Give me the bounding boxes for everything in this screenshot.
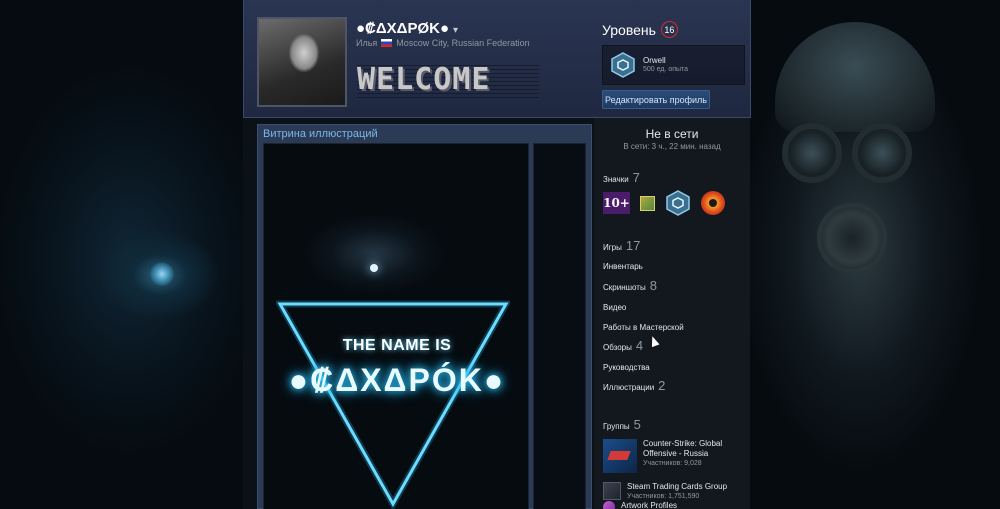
level-badge[interactable]: 16 (660, 21, 678, 38)
mask-lens-left (782, 123, 842, 183)
avatar[interactable] (257, 17, 347, 107)
group-text: Counter-Strike: Global Offensive - Russi… (643, 439, 745, 473)
sidebar-item-label: Игры (603, 243, 622, 252)
location: Moscow City, Russian Federation (396, 38, 530, 48)
sidebar-item-inventory[interactable]: Инвентарь (603, 262, 643, 271)
edit-profile-button[interactable]: Редактировать профиль (602, 90, 710, 109)
background-lamp (150, 262, 174, 286)
artwork-profiles-group-icon (603, 501, 615, 509)
group-item[interactable]: Steam Trading Cards Group Участников: 1,… (603, 482, 747, 502)
neon-triangle-icon (276, 300, 510, 509)
group-item[interactable]: Artwork Profiles (603, 501, 741, 509)
sidebar-item-label: Работы в Мастерской (603, 323, 684, 332)
profile-name-text: ●₡ΔXΔPØK● (356, 20, 450, 37)
artwork-showcase: Витрина иллюстраций THE NAME IS ●₡ΔXΔPÓK… (257, 124, 592, 509)
sidebar-item-guides[interactable]: Руководства (603, 363, 650, 372)
artwork-line-1: THE NAME IS (342, 337, 452, 354)
sidebar-item-label: Скриншоты (603, 283, 646, 292)
sidebar-item-groups[interactable]: Группы 5 (603, 417, 641, 432)
sidebar-item-count: 17 (625, 238, 641, 253)
online-status: Не в сети (645, 127, 699, 141)
group-members: Участников: 9,028 (643, 460, 702, 467)
sidebar-item-screenshots[interactable]: Скриншоты 8 (603, 278, 657, 293)
group-item[interactable]: Counter-Strike: Global Offensive - Russi… (603, 439, 745, 473)
level-row: Уровень 16 (602, 21, 678, 38)
chevron-down-icon[interactable]: ▾ (453, 25, 458, 36)
sidebar-item-reviews[interactable]: Обзоры 4 (603, 338, 643, 353)
hexagon-badge-icon (611, 52, 635, 78)
mask-filter (817, 203, 887, 273)
showcase-title: Витрина иллюстраций (263, 128, 378, 140)
secondary-artwork[interactable] (533, 143, 586, 509)
real-name: Илья (356, 38, 378, 48)
featured-artwork[interactable]: THE NAME IS ●₡ΔXΔPÓK● (263, 143, 529, 509)
sidebar-item-badges[interactable]: Значки 7 (603, 170, 640, 185)
sidebar-item-workshop[interactable]: Работы в Мастерской (603, 323, 684, 332)
sidebar-item-label: Обзоры (603, 343, 632, 352)
featured-badge-title: Orwell (643, 56, 666, 65)
sidebar-item-count: 5 (633, 417, 641, 432)
russia-flag-icon (381, 39, 393, 47)
welcome-banner: WELCOME (357, 62, 539, 98)
profile-meta: Илья Moscow City, Russian Federation (356, 38, 530, 48)
sidebar-item-count: 8 (649, 278, 657, 293)
featured-badge-xp: 500 ед. опыта (643, 66, 689, 73)
group-text: Artwork Profiles (621, 501, 741, 509)
sidebar-item-label: Инвентарь (603, 262, 643, 271)
sidebar-item-artwork[interactable]: Иллюстрации 2 (603, 378, 665, 393)
radiation-badge-icon[interactable] (701, 191, 725, 215)
group-text: Steam Trading Cards Group Участников: 1,… (627, 482, 747, 502)
background-left-tunnel (0, 0, 243, 509)
trading-cards-group-icon (603, 482, 621, 500)
sidebar-item-videos[interactable]: Видео (603, 303, 626, 312)
sidebar-item-games[interactable]: Игры 17 (603, 238, 640, 253)
gas-mask-illustration (782, 108, 922, 278)
artwork-line-2: ●₡ΔXΔPÓK● (288, 362, 506, 398)
last-online: В сети: 3 ч., 22 мин. назад (623, 142, 721, 151)
sidebar-item-count: 4 (635, 338, 644, 353)
level-label: Уровень (602, 21, 656, 38)
game-card-badge-icon[interactable] (640, 195, 655, 211)
profile-header: ●₡ΔXΔPØK● ▾ Илья Moscow City, Russian Fed… (243, 0, 751, 118)
sidebar-item-label: Видео (603, 303, 627, 312)
group-name: Steam Trading Cards Group (627, 482, 728, 491)
sidebar-item-label: Группы (603, 422, 630, 431)
featured-badge[interactable]: Orwell 500 ед. опыта (602, 45, 745, 85)
profile-sidebar: Не в сети В сети: 3 ч., 22 мин. назад Зн… (594, 118, 750, 509)
sidebar-item-count: 7 (632, 170, 640, 185)
mask-lens-right (852, 123, 912, 183)
sidebar-item-count: 2 (658, 378, 666, 393)
badges-row: 10+ (603, 190, 725, 216)
sidebar-item-label: Руководства (603, 363, 650, 372)
sidebar-item-label: Значки (603, 175, 629, 184)
group-name: Counter-Strike: Global Offensive - Russi… (643, 439, 723, 458)
sidebar-item-label: Иллюстрации (603, 383, 655, 392)
group-name: Artwork Profiles (621, 501, 678, 509)
profile-name[interactable]: ●₡ΔXΔPØK● ▾ (356, 20, 458, 37)
years-of-service-badge-icon[interactable]: 10+ (603, 192, 630, 214)
hexagon-badge-icon[interactable] (665, 190, 691, 216)
artwork-moon (370, 264, 378, 272)
csgo-russia-group-icon (603, 439, 637, 473)
